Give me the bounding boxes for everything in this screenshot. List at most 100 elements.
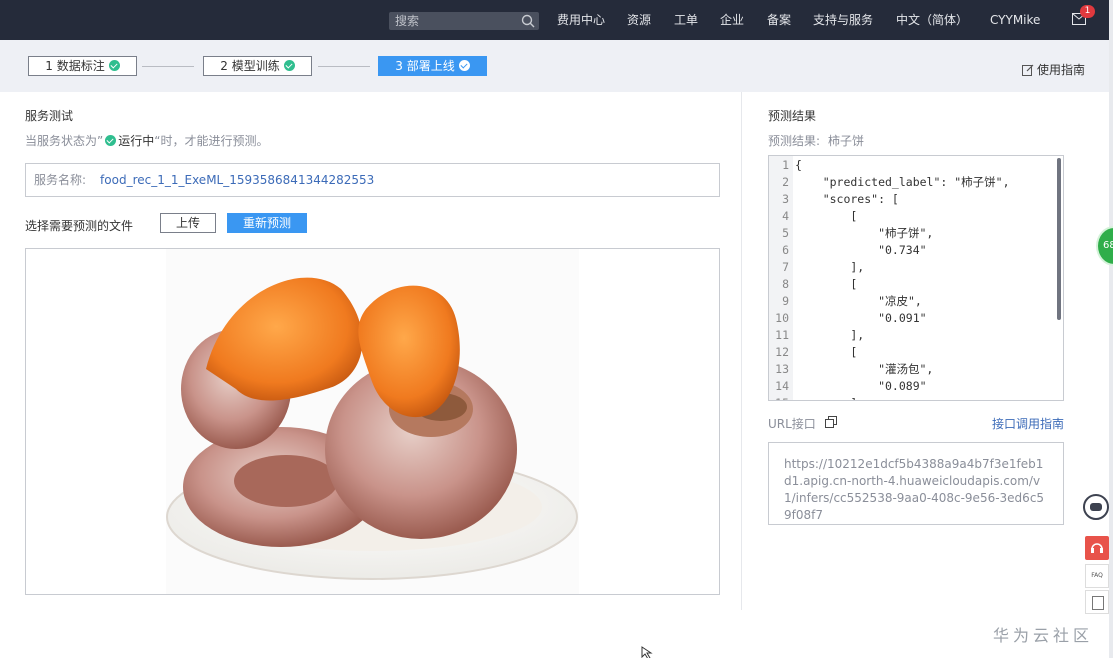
nav-support[interactable]: 支持与服务 — [813, 12, 873, 28]
step-label: 2 模型训练 — [220, 59, 280, 73]
code-text: ], — [795, 328, 865, 342]
upload-button[interactable]: 上传 — [160, 213, 216, 233]
code-text: { — [795, 158, 802, 172]
line-number: 11 — [775, 328, 789, 342]
step-deploy-online[interactable]: 3 部署上线 — [378, 56, 487, 76]
nav-work-orders[interactable]: 工单 — [674, 12, 698, 28]
right-edge-strip — [1109, 0, 1113, 658]
service-name-label: 服务名称: — [34, 173, 87, 187]
code-line: 13 "灌汤包", — [769, 361, 933, 378]
code-text: [ — [795, 277, 858, 291]
code-line: 10 "0.091" — [769, 310, 927, 327]
url-interface-title: URL接口 — [768, 417, 816, 431]
code-text: [ — [795, 345, 858, 359]
code-text: "scores": [ — [795, 192, 899, 206]
predicted-label-value: 柿子饼 — [828, 134, 865, 148]
service-status-hint: 当服务状态为” 运行中“时，才能进行预测。 — [25, 134, 269, 148]
line-number: 10 — [775, 311, 789, 325]
running-status-icon — [105, 135, 117, 146]
service-name-value: food_rec_1_1_ExeML_1593586841344282553 — [100, 173, 375, 187]
line-number: 8 — [782, 277, 789, 291]
code-line: 11 ], — [769, 327, 864, 344]
mouse-cursor-icon — [641, 646, 653, 658]
line-number: 4 — [782, 209, 789, 223]
user-guide-link[interactable]: 使用指南 — [1022, 61, 1085, 78]
step-data-labeling[interactable]: 1 数据标注 — [28, 56, 137, 76]
code-text: "0.734" — [795, 243, 927, 257]
code-line: 7 ], — [769, 259, 864, 276]
code-line: 15 ] — [769, 395, 857, 400]
copy-icon[interactable] — [825, 416, 837, 428]
search-box[interactable] — [389, 12, 539, 30]
code-text: "柿子饼", — [795, 226, 934, 240]
code-text: "灌汤包", — [795, 362, 934, 376]
repredict-button[interactable]: 重新预测 — [227, 213, 307, 233]
line-number: 2 — [782, 175, 789, 189]
search-icon[interactable] — [521, 14, 535, 28]
api-call-guide-link[interactable]: 接口调用指南 — [992, 415, 1064, 432]
step-connector — [142, 66, 194, 67]
code-text: "凉皮", — [795, 294, 922, 308]
check-circle-icon — [108, 60, 120, 71]
code-line: 14 "0.089" — [769, 378, 927, 395]
line-number: 9 — [782, 294, 789, 308]
line-number: 15 — [769, 395, 789, 400]
code-text: "predicted_label": "柿子饼", — [795, 175, 1010, 189]
code-line: 9 "凉皮", — [769, 293, 922, 310]
document-icon[interactable] — [1085, 590, 1109, 614]
preview-image-box — [25, 248, 720, 595]
step-connector — [318, 66, 370, 67]
code-text: [ — [795, 209, 858, 223]
customer-service-icon[interactable] — [1085, 536, 1109, 560]
nav-resources[interactable]: 资源 — [627, 12, 651, 28]
search-input[interactable] — [389, 12, 514, 30]
service-name-field: 服务名称: food_rec_1_1_ExeML_1593586841344282… — [25, 163, 720, 197]
code-text: ] — [789, 395, 857, 400]
code-scrollbar[interactable] — [1057, 158, 1061, 320]
user-account-menu[interactable]: CYYMike — [990, 12, 1040, 28]
nav-enterprise[interactable]: 企业 — [720, 12, 744, 28]
check-circle-icon — [458, 60, 470, 71]
language-selector[interactable]: 中文（简体） — [896, 12, 968, 28]
step-label: 3 部署上线 — [395, 59, 455, 73]
code-line: 8 [ — [769, 276, 857, 293]
line-number: 14 — [775, 379, 789, 393]
nav-filing[interactable]: 备案 — [767, 12, 791, 28]
faq-icon[interactable]: FAQ — [1085, 564, 1109, 588]
prediction-json-viewer[interactable]: 1{2 "predicted_label": "柿子饼", 3 "scores":… — [768, 155, 1064, 401]
file-select-label: 选择需要预测的文件 — [25, 219, 134, 233]
watermark: 华为云社区 — [993, 626, 1094, 645]
dried-persimmon-photo — [166, 249, 579, 594]
line-number: 1 — [782, 158, 789, 172]
code-line: 1{ — [769, 157, 802, 174]
code-text: "0.091" — [795, 311, 927, 325]
service-test-title: 服务测试 — [25, 109, 74, 123]
line-number: 6 — [782, 243, 789, 257]
code-line: 2 "predicted_label": "柿子饼", — [769, 174, 1010, 191]
code-line: 5 "柿子饼", — [769, 225, 933, 242]
workflow-steps-bar: 1 数据标注 2 模型训练 3 部署上线 使用指南 — [0, 40, 1109, 92]
check-circle-icon — [283, 60, 295, 71]
line-number: 5 — [782, 226, 789, 240]
step-label: 1 数据标注 — [45, 59, 105, 73]
code-line: 4 [ — [769, 208, 857, 225]
nav-billing-center[interactable]: 费用中心 — [557, 12, 605, 28]
api-url-box[interactable]: https://10212e1dcf5b4388a9a4b7f3e1feb1d1… — [768, 442, 1064, 525]
prediction-result-line: 预测结果: 柿子饼 — [768, 134, 865, 148]
page-bottom-area — [0, 610, 1109, 658]
line-number: 3 — [782, 192, 789, 206]
line-number: 7 — [782, 260, 789, 274]
line-number: 13 — [775, 362, 789, 376]
code-text: ], — [795, 260, 865, 274]
code-line: 6 "0.734" — [769, 242, 927, 259]
line-number: 12 — [775, 345, 789, 359]
top-navigation-bar: 费用中心 资源 工单 企业 备案 支持与服务 中文（简体） CYYMike 1 — [0, 0, 1109, 40]
code-text: "0.089" — [795, 379, 927, 393]
prediction-title: 预测结果 — [768, 109, 817, 123]
step-model-training[interactable]: 2 模型训练 — [203, 56, 312, 76]
chatbot-icon[interactable] — [1083, 494, 1109, 520]
user-guide-label: 使用指南 — [1037, 63, 1086, 77]
code-line: 3 "scores": [ — [769, 191, 899, 208]
prediction-result-panel: 预测结果 预测结果: 柿子饼 1{2 "predicted_label": "柿子… — [743, 92, 1109, 610]
edit-doc-icon — [1022, 64, 1034, 76]
